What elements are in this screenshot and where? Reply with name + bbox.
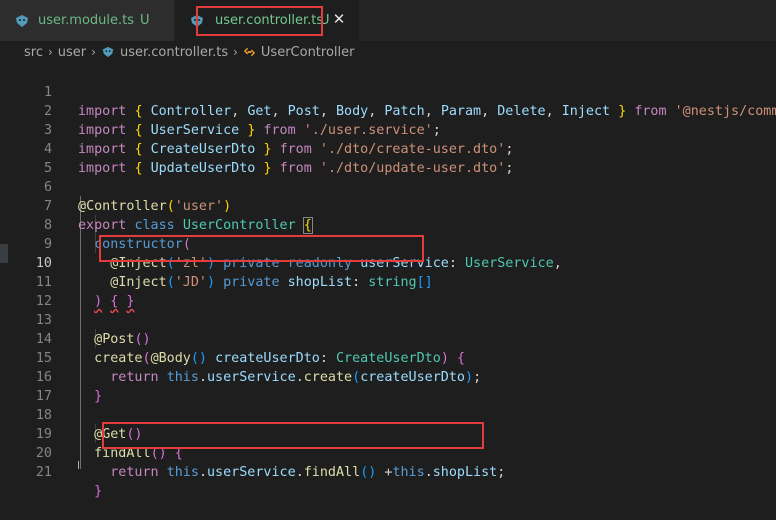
- code-line: 19 findAll() {: [0, 406, 776, 461]
- code-line: 14 create(@Body() createUserDto: CreateU…: [0, 311, 776, 366]
- code-line: 1 import { Controller, Get, Post, Body, …: [0, 64, 776, 119]
- code-line: 21 }: [0, 444, 776, 499]
- class-symbol-icon: [243, 47, 256, 57]
- tab-bar: user.module.ts U user.controller.ts U ✕: [0, 0, 776, 41]
- code-line: 7 export class UserController {: [0, 178, 776, 234]
- breadcrumb: src › user › user.controller.ts › UserCo…: [0, 41, 776, 63]
- tab-user-controller[interactable]: user.controller.ts U ✕: [175, 0, 359, 41]
- scroll-edge-marker: [78, 461, 79, 469]
- breadcrumb-item-class[interactable]: UserController: [261, 45, 355, 60]
- breadcrumb-item-file[interactable]: user.controller.ts: [120, 45, 228, 60]
- untracked-badge: U: [140, 13, 150, 28]
- tab-user-module[interactable]: user.module.ts U: [0, 0, 174, 41]
- code-line: 13 @Post(): [0, 292, 776, 347]
- tab-label: user.module.ts: [38, 13, 135, 28]
- code-line: 9 @Inject('zl') private readonly userSer…: [0, 216, 776, 271]
- code-line: 20 return this.userService.findAll() +th…: [0, 425, 776, 480]
- close-icon[interactable]: ✕: [331, 11, 347, 27]
- code-line: 3 import { CreateUserDto } from './dto/c…: [0, 102, 776, 157]
- chevron-right-icon: ›: [47, 45, 53, 59]
- breadcrumb-item-src[interactable]: src: [24, 45, 43, 60]
- code-line: 5: [0, 140, 776, 176]
- chevron-right-icon: ›: [91, 45, 96, 59]
- code-line: 2 import { UserService } from './user.se…: [0, 83, 776, 138]
- chevron-right-icon: ›: [233, 45, 238, 59]
- line-number: 21: [35, 465, 52, 480]
- code-editor[interactable]: 1 import { Controller, Get, Post, Body, …: [0, 63, 776, 499]
- untracked-badge: U: [320, 13, 330, 28]
- breadcrumb-item-user[interactable]: user: [58, 45, 86, 60]
- code-line: 18 @Get(): [0, 387, 776, 442]
- code-line: 4 import { UpdateUserDto } from './dto/u…: [0, 121, 776, 176]
- code-line: 15 return this.userService.create(create…: [0, 330, 776, 385]
- code-line: 6 @Controller('user'): [0, 159, 776, 214]
- tab-label: user.controller.ts: [215, 13, 324, 28]
- typescript-icon: [191, 14, 203, 27]
- code-line: 16 }: [0, 349, 776, 404]
- code-line: 17: [0, 368, 776, 404]
- typescript-icon: [102, 46, 114, 58]
- code-line: 8 constructor(: [0, 197, 776, 252]
- code-line: 11 ) { }: [0, 254, 776, 309]
- code-line: 10 @Inject('JD') private shopList: strin…: [0, 235, 776, 290]
- code-line: 12: [0, 273, 776, 309]
- typescript-icon: [16, 14, 28, 27]
